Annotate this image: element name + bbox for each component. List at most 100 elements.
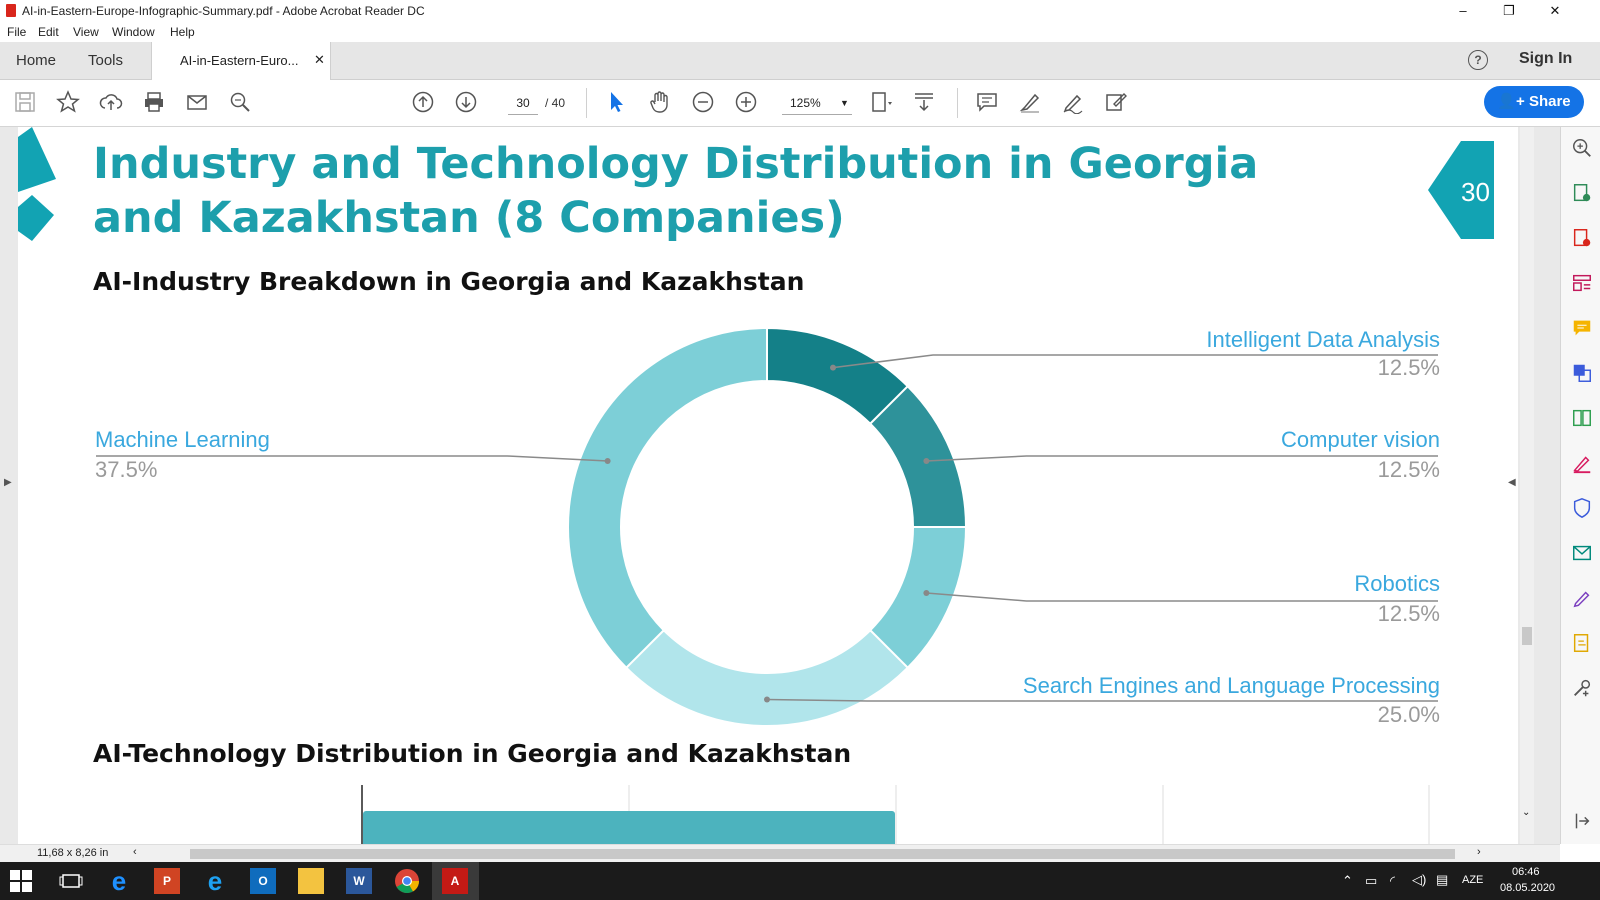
file-explorer-icon[interactable] xyxy=(298,868,324,894)
close-tab-icon[interactable]: ✕ xyxy=(314,52,325,68)
zoom-out-icon[interactable] xyxy=(691,90,715,114)
outlook-icon[interactable]: O xyxy=(250,868,276,894)
fill-sign-icon[interactable] xyxy=(1104,90,1128,114)
task-view-icon[interactable] xyxy=(58,868,84,894)
minimize-button[interactable]: – xyxy=(1440,0,1486,22)
acrobat-reader-icon[interactable]: A xyxy=(442,868,468,894)
menu-view[interactable]: View xyxy=(73,25,99,39)
legend-value-search-engines: 25.0% xyxy=(1377,702,1440,727)
vertical-scroll-thumb[interactable] xyxy=(1522,627,1532,645)
fill-and-sign-icon[interactable] xyxy=(1571,587,1593,609)
bookmark-star-icon[interactable] xyxy=(56,90,80,114)
save-icon[interactable] xyxy=(13,90,37,114)
input-language[interactable]: AZE xyxy=(1462,874,1483,886)
close-window-button[interactable]: ✕ xyxy=(1532,0,1578,22)
email-icon[interactable] xyxy=(185,90,209,114)
windows-start-icon[interactable] xyxy=(10,870,32,892)
help-icon[interactable]: ? xyxy=(1468,50,1488,70)
tab-tools[interactable]: Tools xyxy=(88,42,123,79)
window-titlebar: AI-in-Eastern-Europe-Infographic-Summary… xyxy=(0,0,1600,22)
zoom-tool-icon[interactable] xyxy=(1571,137,1593,159)
edit-pdf-icon[interactable] xyxy=(1571,272,1593,294)
send-for-review-icon[interactable] xyxy=(1571,542,1593,564)
tab-document[interactable]: AI-in-Eastern-Euro... ✕ xyxy=(151,42,331,80)
sign-in-button[interactable]: Sign In xyxy=(1519,50,1572,68)
legend-value-intelligent-data-analysis: 12.5% xyxy=(1377,355,1440,380)
protect-shield-icon[interactable] xyxy=(1571,497,1593,519)
slice-robotics-leader-dot xyxy=(923,590,930,597)
bar-chart-bar xyxy=(363,811,895,844)
show-hidden-icons-icon[interactable]: ⌃ xyxy=(1342,873,1353,889)
right-panel-toggle[interactable]: ◀ xyxy=(1508,477,1516,488)
left-panel-toggle[interactable]: ▶ xyxy=(4,477,12,488)
horizontal-scroll-thumb[interactable] xyxy=(190,849,1455,859)
zoom-level-value: 125% xyxy=(790,96,821,110)
volume-icon[interactable]: ◁) xyxy=(1412,872,1426,888)
right-tools-panel xyxy=(1560,127,1600,844)
page-fit-icon[interactable] xyxy=(870,90,894,114)
send-for-signature-icon[interactable] xyxy=(1571,632,1593,654)
legend-label-robotics: Robotics xyxy=(1354,571,1440,596)
zoom-level-select[interactable]: 125% ▼ xyxy=(782,92,852,115)
legend-value-robotics: 12.5% xyxy=(1377,601,1440,626)
collapse-panel-icon[interactable] xyxy=(1571,810,1593,832)
menu-edit[interactable]: Edit xyxy=(38,25,59,39)
maximize-button[interactable]: ❐ xyxy=(1486,0,1532,22)
menu-help[interactable]: Help xyxy=(170,25,195,39)
notification-icon[interactable]: ▤ xyxy=(1436,872,1448,888)
menu-file[interactable]: File xyxy=(7,25,26,39)
highlight-pen-icon[interactable] xyxy=(1018,90,1042,114)
comment-icon[interactable] xyxy=(975,90,999,114)
industry-donut-chart xyxy=(96,326,1438,727)
toolbar-divider xyxy=(586,88,587,118)
scroll-left-icon[interactable]: ‹ xyxy=(133,846,137,858)
print-icon[interactable] xyxy=(142,90,166,114)
scroll-down-icon[interactable]: ⌄ xyxy=(1522,807,1530,818)
legend-value-machine-learning: 37.5% xyxy=(95,457,158,482)
page-size-readout: 11,68 x 8,26 in xyxy=(37,847,109,859)
clock-time[interactable]: 06:46 xyxy=(1512,866,1540,878)
scroll-right-icon[interactable]: › xyxy=(1477,846,1481,858)
clock-date[interactable]: 08.05.2020 xyxy=(1500,882,1555,894)
technology-chart-title: AI-Technology Distribution in Georgia an… xyxy=(93,739,852,768)
sign-pen-icon[interactable] xyxy=(1061,90,1085,115)
organize-pages-icon[interactable] xyxy=(1571,407,1593,429)
previous-page-icon[interactable] xyxy=(411,90,435,114)
document-viewport[interactable]: ▶ Industry and Technology Distribution i… xyxy=(0,127,1560,844)
more-tools-icon[interactable] xyxy=(1571,677,1593,699)
scroll-mode-icon[interactable] xyxy=(912,90,936,114)
find-search-icon[interactable] xyxy=(228,90,252,114)
select-cursor-icon[interactable] xyxy=(605,90,629,114)
zoom-in-icon[interactable] xyxy=(734,90,758,114)
menu-window[interactable]: Window xyxy=(112,25,155,39)
toolbar: 30 / 40 125% ▼ 👤+ Share xyxy=(0,80,1600,127)
legend-label-machine-learning: Machine Learning xyxy=(95,427,270,452)
chevron-down-icon: ▼ xyxy=(840,98,849,108)
next-page-icon[interactable] xyxy=(454,90,478,114)
hand-tool-icon[interactable] xyxy=(648,90,672,114)
powerpoint-icon[interactable]: P xyxy=(154,868,180,894)
legend-label-computer-vision: Computer vision xyxy=(1281,427,1440,452)
chrome-icon[interactable] xyxy=(394,868,420,894)
create-pdf-icon[interactable] xyxy=(1571,227,1593,249)
page-number-input[interactable]: 30 xyxy=(508,92,538,115)
wifi-icon[interactable]: ◜ xyxy=(1390,873,1395,889)
redact-icon[interactable] xyxy=(1571,452,1593,474)
share-button[interactable]: 👤+ Share xyxy=(1484,86,1584,118)
battery-icon[interactable]: ▭ xyxy=(1365,873,1377,889)
horizontal-scrollbar[interactable]: 11,68 x 8,26 in ‹ › xyxy=(0,844,1560,863)
word-icon[interactable]: W xyxy=(346,868,372,894)
internet-explorer-icon[interactable]: e xyxy=(202,868,228,894)
combine-files-icon[interactable] xyxy=(1571,362,1593,384)
slice-intelligent-data-analysis-leader-line xyxy=(832,354,1438,369)
edge-browser-icon[interactable]: e xyxy=(106,868,132,894)
tab-home[interactable]: Home xyxy=(16,42,56,79)
upload-cloud-icon[interactable] xyxy=(99,90,123,114)
export-pdf-icon[interactable] xyxy=(1571,182,1593,204)
window-title: AI-in-Eastern-Europe-Infographic-Summary… xyxy=(22,4,425,18)
pdf-file-icon xyxy=(6,4,16,17)
vertical-scrollbar[interactable]: ⌄ xyxy=(1520,127,1534,844)
legend-label-search-engines: Search Engines and Language Processing xyxy=(1022,673,1440,698)
technology-bar-chart xyxy=(361,785,1430,844)
comment-tool-icon[interactable] xyxy=(1571,317,1593,339)
